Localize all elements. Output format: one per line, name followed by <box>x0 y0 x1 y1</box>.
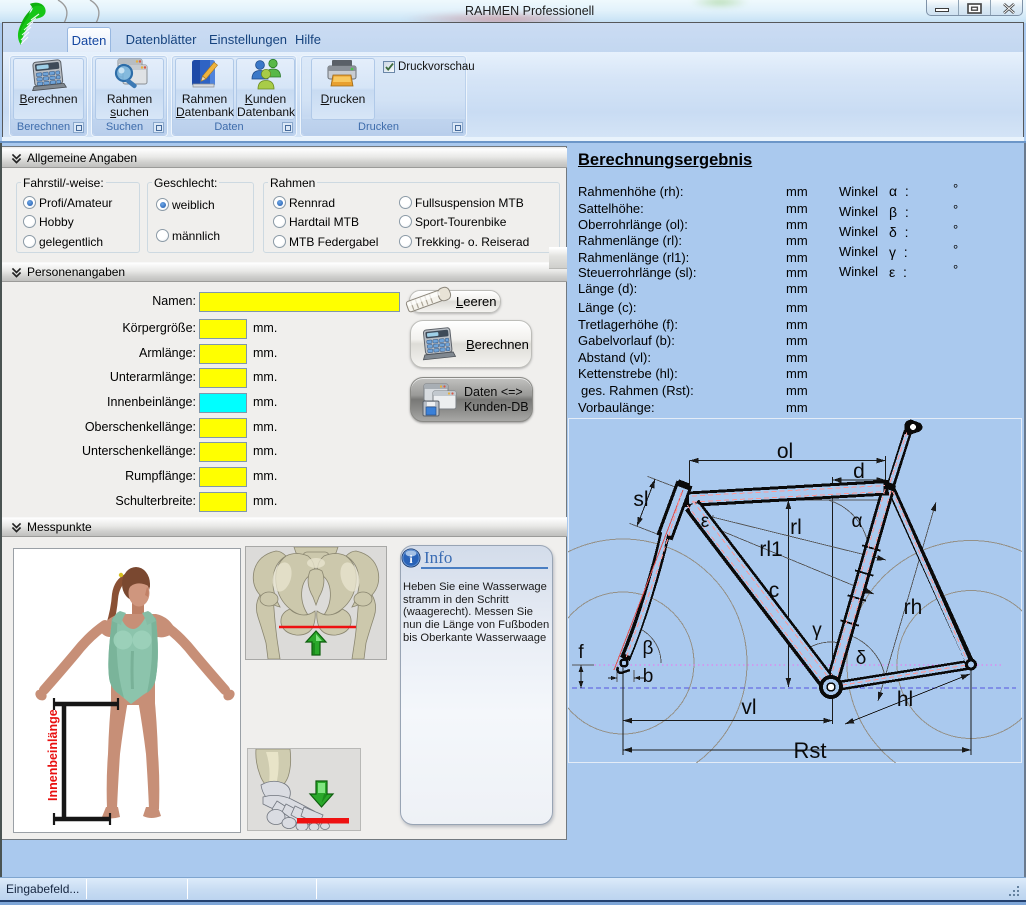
svg-text:β: β <box>643 638 654 659</box>
svg-text:rh: rh <box>904 596 923 619</box>
svg-text:Innenbeinlänge: Innenbeinlänge <box>46 709 60 801</box>
svg-text:d: d <box>853 460 865 483</box>
svg-text:γ: γ <box>812 620 822 641</box>
svg-text:α: α <box>852 511 863 532</box>
svg-text:vl: vl <box>741 696 756 719</box>
svg-text:δ: δ <box>856 648 867 669</box>
svg-text:rl1: rl1 <box>759 538 782 561</box>
svg-text:ol: ol <box>777 440 793 463</box>
svg-text:sl: sl <box>633 488 648 511</box>
svg-text:Rst: Rst <box>794 738 827 763</box>
svg-text:f: f <box>578 642 584 663</box>
svg-text:rl: rl <box>790 516 802 539</box>
svg-text:ε: ε <box>701 511 710 532</box>
svg-text:b: b <box>643 666 654 687</box>
svg-text:c: c <box>769 579 780 602</box>
svg-text:hl: hl <box>897 688 913 711</box>
